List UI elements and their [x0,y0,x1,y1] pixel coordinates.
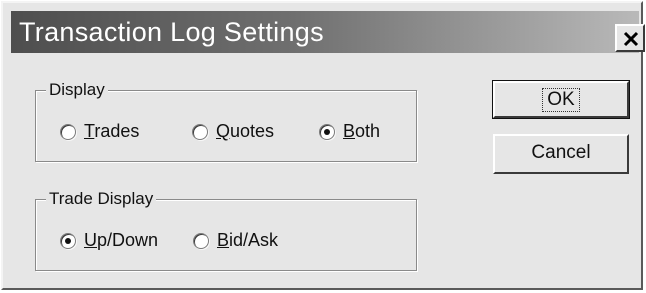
title-bar[interactable]: Transaction Log Settings [11,11,645,53]
radio-bid-ask[interactable]: Bid/Ask [193,230,278,251]
radio-up-down[interactable]: Up/Down [60,230,158,251]
radio-quotes[interactable]: Quotes [192,121,274,142]
transaction-log-settings-dialog: Transaction Log Settings Display Trades … [1,1,645,290]
trade-display-group: Trade Display Up/Down Bid/Ask [35,189,417,271]
radio-label-up-down: Up/Down [84,230,159,250]
radio-button-quotes[interactable] [192,123,208,140]
radio-button-both[interactable] [319,123,335,140]
radio-label-both: Both [343,121,381,141]
trade-display-group-label: Trade Display [46,189,157,209]
radio-both[interactable]: Both [319,121,380,142]
radio-label-quotes: Quotes [216,121,275,141]
close-button[interactable] [615,24,645,52]
display-group-label: Display [46,80,108,100]
radio-label-trades: Trades [84,121,140,141]
ok-button-label: OK [542,88,580,112]
radio-button-trades[interactable] [60,123,76,140]
ok-button[interactable]: OK [492,80,630,119]
radio-button-up-down[interactable] [60,232,76,249]
radio-trades[interactable]: Trades [60,121,139,142]
cancel-button-label: Cancel [531,142,591,163]
cancel-button[interactable]: Cancel [493,134,629,174]
display-group: Display Trades Quotes Both [35,80,417,162]
radio-label-bid-ask: Bid/Ask [217,230,279,250]
window-title: Transaction Log Settings [19,17,324,47]
close-icon [623,31,639,47]
radio-button-bid-ask[interactable] [193,232,209,249]
radio-selected-dot [65,237,71,244]
radio-selected-dot [324,128,330,135]
